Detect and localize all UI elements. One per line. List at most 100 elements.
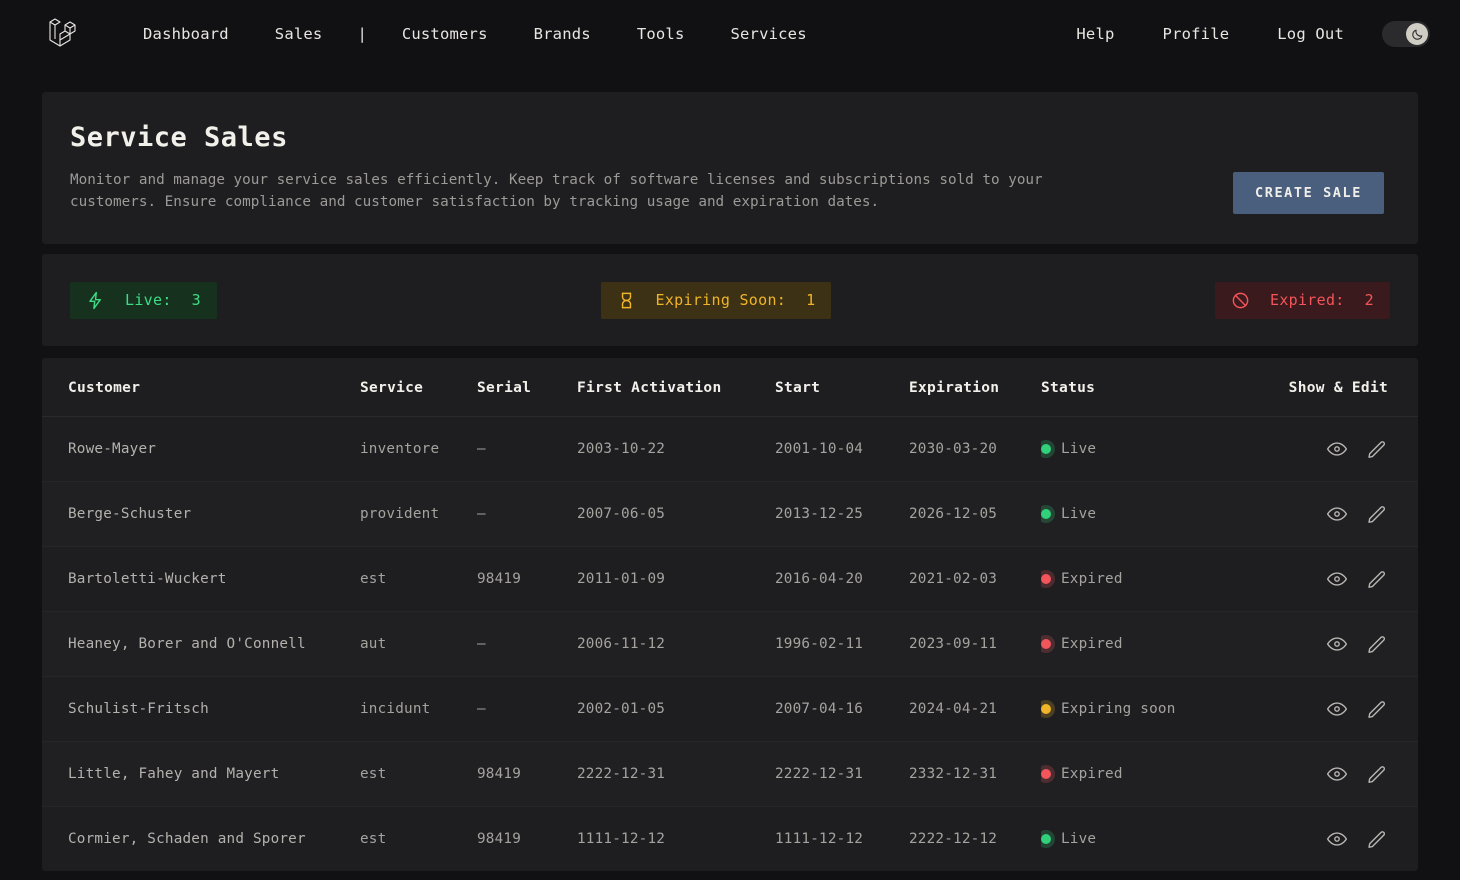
nav-link-customers[interactable]: Customers (402, 19, 488, 49)
laravel-logo[interactable] (40, 12, 84, 56)
cell-expiration: 2332-12-31 (909, 741, 1041, 807)
nav-link-services[interactable]: Services (730, 19, 806, 49)
cell-first-activation: 1111-12-12 (577, 831, 666, 847)
cell-customer: Cormier, Schaden and Sporer (68, 831, 306, 847)
cell-first-activation: 2006-11-12 (577, 611, 775, 677)
service-sales-table-card: Customer Service Serial First Activation… (42, 358, 1418, 871)
cell-status: Expired (1041, 611, 1261, 677)
edit-button[interactable] (1366, 633, 1388, 655)
column-header-start[interactable]: Start (775, 358, 909, 417)
eye-icon (1326, 767, 1348, 781)
cell-status: Expired (1041, 741, 1261, 807)
cell-expiration: 2030-03-20 (909, 416, 1041, 482)
eye-icon (1326, 637, 1348, 651)
pencil-icon (1368, 441, 1385, 458)
cell-status: Live (1041, 807, 1261, 872)
cell-status: Expiring soon (1041, 676, 1261, 742)
theme-toggle-knob (1406, 23, 1428, 45)
cell-customer: Little, Fahey and Mayert (42, 741, 360, 807)
show-button[interactable] (1326, 763, 1348, 785)
table-row[interactable]: Little, Fahey and Mayert est 98419 2222-12-… (42, 741, 1418, 807)
show-button[interactable] (1326, 633, 1348, 655)
cell-service: est (360, 546, 477, 612)
cell-customer: Heaney, Borer and O'Connell (42, 611, 360, 677)
table-row[interactable]: Bartoletti-Wuckert est 98419 2011-01-09 2016… (42, 546, 1418, 612)
status-badge-expiring-soon[interactable]: Expiring Soon: 1 (600, 281, 832, 319)
status-label: Expired (1061, 766, 1123, 782)
nav-link-sales[interactable]: Sales (275, 19, 323, 49)
primary-nav: Dashboard Sales | Customers Brands Tools… (120, 19, 830, 49)
cell-first-activation: 2003-10-22 (577, 416, 775, 482)
page-title: Service Sales (70, 122, 288, 153)
nav-separator: | (357, 25, 367, 43)
cell-first-activation: 2002-01-05 (577, 676, 775, 742)
table-row[interactable]: Schulist-Fritsch incidunt –2002-01-05 2007-… (42, 676, 1418, 742)
nav-link-brands[interactable]: Brands (534, 19, 591, 49)
status-dot-expired (1041, 769, 1051, 779)
status-dot-expired (1041, 639, 1051, 649)
edit-button[interactable] (1366, 503, 1388, 525)
nav-link-help[interactable]: Help (1076, 19, 1114, 49)
nav-link-log-out[interactable]: Log Out (1277, 19, 1344, 49)
cell-serial: 98419 (477, 741, 577, 807)
page-content: Service Sales Monitor and manage your se… (0, 92, 1460, 871)
status-summary-card: Live: 3 Expiring Soon: 1 Expired: 2 (42, 254, 1418, 346)
status-label: Expiring soon (1061, 701, 1176, 717)
nav-link-dashboard[interactable]: Dashboard (143, 19, 229, 49)
table-row[interactable]: Berge-Schuster provident –2007-06-05 2013-1… (42, 481, 1418, 547)
edit-button[interactable] (1366, 438, 1388, 460)
theme-toggle[interactable] (1382, 21, 1430, 47)
status-badge-expired[interactable]: Expired: 2 (1214, 281, 1390, 319)
cell-start: 2222-12-31 (775, 741, 909, 807)
status-label: Expired (1061, 571, 1123, 587)
column-header-first-activation[interactable]: First Activation (577, 358, 775, 417)
column-header-service[interactable]: Service (360, 358, 477, 417)
table-row[interactable]: Heaney, Borer and O'Connell aut –2006-11-1… (42, 611, 1418, 677)
eye-icon (1326, 572, 1348, 586)
status-badge-live[interactable]: Live: 3 (70, 281, 217, 319)
edit-button[interactable] (1366, 828, 1388, 850)
show-button[interactable] (1326, 568, 1348, 590)
edit-button[interactable] (1366, 763, 1388, 785)
show-button[interactable] (1326, 503, 1348, 525)
service-sales-table: Customer Service Serial First Activation… (42, 358, 1418, 871)
cell-customer: Berge-Schuster (42, 481, 360, 547)
cell-actions (1261, 546, 1418, 612)
column-header-serial[interactable]: Serial (477, 358, 577, 417)
pencil-icon (1368, 571, 1385, 588)
column-header-customer[interactable]: Customer (42, 358, 360, 417)
secondary-nav: Help Profile Log Out (1052, 19, 1430, 49)
page-header-text: Service Sales Monitor and manage your se… (70, 122, 1130, 214)
status-dot-live (1041, 834, 1051, 844)
cell-service: provident (360, 481, 477, 547)
status-badge-live-value: 3 (191, 291, 201, 309)
column-header-expiration[interactable]: Expiration (909, 358, 1041, 417)
eye-icon (1326, 442, 1348, 456)
nav-link-tools[interactable]: Tools (637, 19, 685, 49)
pencil-icon (1368, 636, 1385, 653)
pencil-icon (1368, 701, 1385, 718)
status-dot-expired (1041, 574, 1051, 584)
cell-start: 2007-04-16 (775, 676, 909, 742)
cell-expiration: 2222-12-12 (909, 831, 998, 847)
show-button[interactable] (1326, 698, 1348, 720)
show-button[interactable] (1326, 438, 1348, 460)
cell-status: Live (1041, 416, 1261, 482)
cell-customer: Schulist-Fritsch (42, 676, 360, 742)
cell-start: 2001-10-04 (775, 416, 909, 482)
show-button[interactable] (1326, 828, 1348, 850)
create-sale-button[interactable]: CREATE SALE (1232, 172, 1384, 214)
nav-link-profile[interactable]: Profile (1163, 19, 1230, 49)
cell-customer: Rowe-Mayer (42, 416, 360, 482)
status-label: Expired (1061, 636, 1123, 652)
column-header-status[interactable]: Status (1041, 358, 1261, 417)
status-badge-expiring-soon-label: Expiring Soon: (655, 291, 787, 309)
cell-expiration: 2026-12-05 (909, 481, 1041, 547)
table-row[interactable]: Rowe-Mayer inventore –2003-10-22 2001-10-04… (42, 416, 1418, 482)
edit-button[interactable] (1366, 698, 1388, 720)
edit-button[interactable] (1366, 568, 1388, 590)
status-dot-live (1041, 444, 1051, 454)
table-row[interactable]: Cormier, Schaden and Sporer est 98419 1111-… (42, 807, 1418, 872)
cell-actions (1261, 807, 1418, 872)
hourglass-icon (621, 292, 631, 308)
